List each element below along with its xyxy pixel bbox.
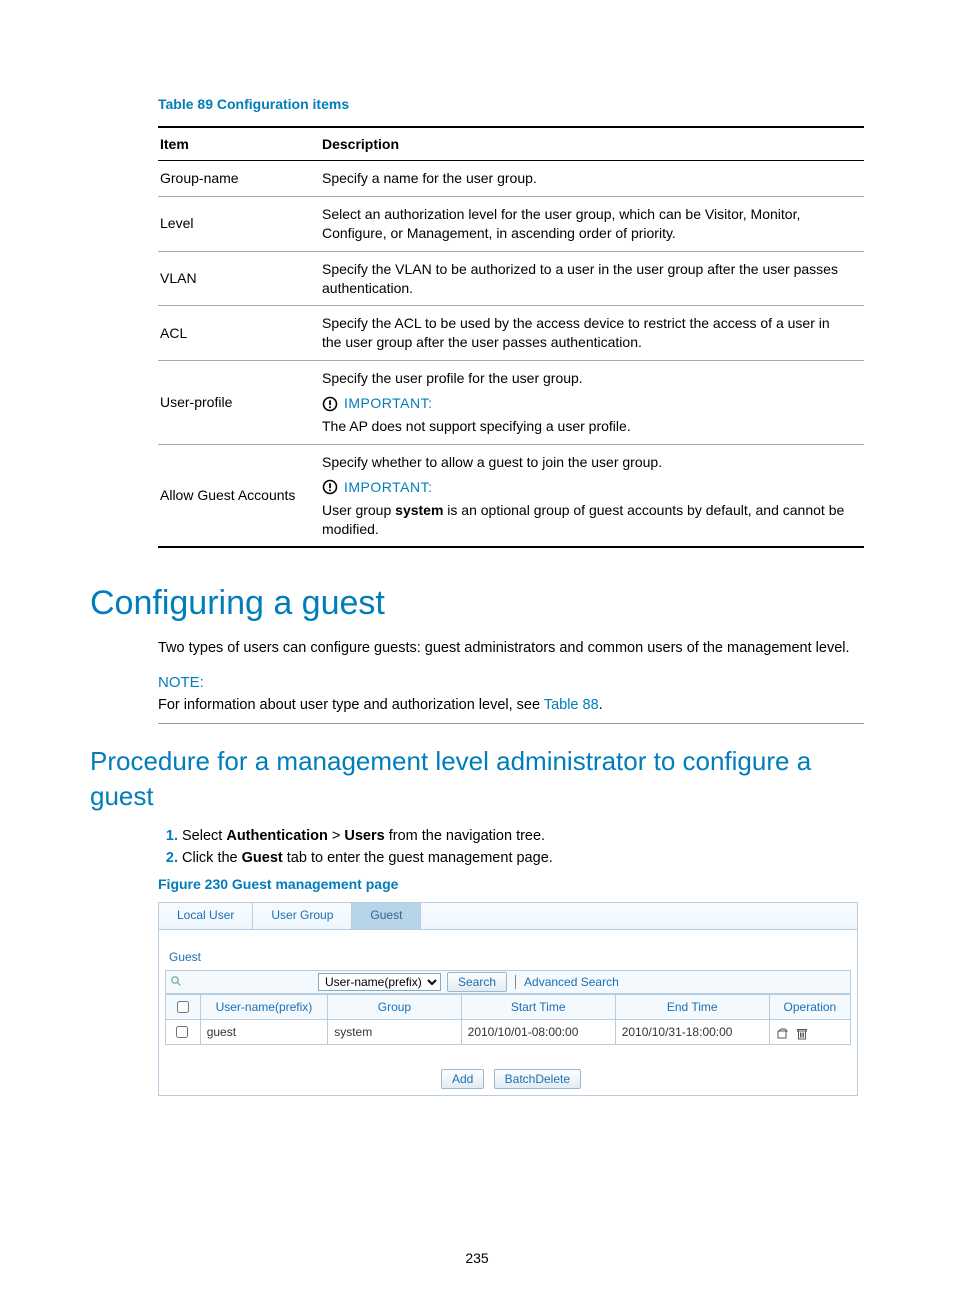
guest-table: User-name(prefix) Group Start Time End T… xyxy=(165,994,851,1045)
config-table: Item Description Group-name Specify a na… xyxy=(158,126,864,548)
desc-line: Specify the user profile for the user gr… xyxy=(322,369,852,388)
tab-guest[interactable]: Guest xyxy=(352,903,421,929)
select-all-checkbox[interactable] xyxy=(177,1001,189,1013)
cell-item: ACL xyxy=(158,306,320,361)
table-row: Group-name Specify a name for the user g… xyxy=(158,161,864,197)
th-desc: Description xyxy=(320,127,864,161)
cell-item: Level xyxy=(158,196,320,251)
note-block: NOTE: For information about user type an… xyxy=(158,674,864,724)
cell-group: system xyxy=(328,1020,461,1045)
note-text: For information about user type and auth… xyxy=(158,697,864,713)
cell-username: guest xyxy=(200,1020,328,1045)
cell-item: Allow Guest Accounts xyxy=(158,444,320,547)
steps-list: Select Authentication > Users from the n… xyxy=(158,828,864,866)
button-row: Add BatchDelete xyxy=(165,1069,851,1089)
bold-text: system xyxy=(395,502,443,518)
note-label: NOTE: xyxy=(158,674,864,691)
bold-text: Guest xyxy=(242,850,283,866)
th-item: Item xyxy=(158,127,320,161)
text: > xyxy=(328,828,345,844)
cell-end: 2010/10/31-18:00:00 xyxy=(615,1020,769,1045)
delete-icon[interactable] xyxy=(796,1025,808,1039)
table-row: guest system 2010/10/01-08:00:00 2010/10… xyxy=(166,1020,851,1045)
tab-user-group[interactable]: User Group xyxy=(253,903,352,929)
bold-text: Authentication xyxy=(226,828,328,844)
text: Click the xyxy=(182,850,242,866)
table-row: VLAN Specify the VLAN to be authorized t… xyxy=(158,251,864,306)
table-row: ACL Specify the ACL to be used by the ac… xyxy=(158,306,864,361)
tab-row: Local User User Group Guest xyxy=(159,903,857,930)
tab-local-user[interactable]: Local User xyxy=(159,903,253,929)
th-group[interactable]: Group xyxy=(328,995,461,1020)
important-icon xyxy=(322,479,338,495)
important-label: IMPORTANT: xyxy=(344,394,433,413)
add-button[interactable]: Add xyxy=(441,1069,484,1089)
desc-line: User group system is an optional group o… xyxy=(322,501,852,539)
search-bar: User-name(prefix) Search Advanced Search xyxy=(165,970,851,994)
guest-management-ui: Local User User Group Guest Guest User-n… xyxy=(158,902,858,1096)
desc-line: The AP does not support specifying a use… xyxy=(322,417,852,436)
table-row: User-profile Specify the user profile fo… xyxy=(158,361,864,445)
step-item: Select Authentication > Users from the n… xyxy=(182,828,864,844)
advanced-search-link[interactable]: Advanced Search xyxy=(515,975,619,989)
table-caption: Table 89 Configuration items xyxy=(158,96,864,112)
text: . xyxy=(599,697,603,713)
search-button[interactable]: Search xyxy=(447,972,507,992)
text: tab to enter the guest management page. xyxy=(283,850,553,866)
important-label: IMPORTANT: xyxy=(344,478,433,497)
cell-desc: Specify a name for the user group. xyxy=(320,161,864,197)
text: User group xyxy=(322,502,395,518)
cell-desc: Specify whether to allow a guest to join… xyxy=(320,444,864,547)
th-start[interactable]: Start Time xyxy=(461,995,615,1020)
row-checkbox[interactable] xyxy=(176,1026,188,1038)
cell-start: 2010/10/01-08:00:00 xyxy=(461,1020,615,1045)
desc-line: Specify whether to allow a guest to join… xyxy=(322,453,852,472)
search-input[interactable] xyxy=(186,973,316,991)
cell-desc: Specify the VLAN to be authorized to a u… xyxy=(320,251,864,306)
step-item: Click the Guest tab to enter the guest m… xyxy=(182,850,864,866)
cell-item: Group-name xyxy=(158,161,320,197)
cell-item: VLAN xyxy=(158,251,320,306)
text: Select xyxy=(182,828,226,844)
edit-icon[interactable] xyxy=(776,1025,792,1039)
cell-desc: Select an authorization level for the us… xyxy=(320,196,864,251)
cell-item: User-profile xyxy=(158,361,320,445)
text: For information about user type and auth… xyxy=(158,697,544,713)
intro-text: Two types of users can configure guests:… xyxy=(158,638,864,658)
th-checkbox xyxy=(166,995,201,1020)
table-row: Allow Guest Accounts Specify whether to … xyxy=(158,444,864,547)
cell-checkbox xyxy=(166,1020,201,1045)
cell-desc: Specify the ACL to be used by the access… xyxy=(320,306,864,361)
batch-delete-button[interactable]: BatchDelete xyxy=(494,1069,581,1089)
table-reference-link[interactable]: Table 88 xyxy=(544,697,599,713)
table-row: Level Select an authorization level for … xyxy=(158,196,864,251)
th-username[interactable]: User-name(prefix) xyxy=(200,995,328,1020)
cell-operation xyxy=(769,1020,850,1045)
cell-desc: Specify the user profile for the user gr… xyxy=(320,361,864,445)
important-icon xyxy=(322,396,338,412)
page-number: 235 xyxy=(0,1250,954,1266)
panel-title: Guest xyxy=(169,950,851,964)
bold-text: Users xyxy=(344,828,384,844)
section-heading: Configuring a guest xyxy=(90,584,864,623)
search-icon xyxy=(166,975,186,990)
figure-caption: Figure 230 Guest management page xyxy=(158,876,864,892)
text: from the navigation tree. xyxy=(385,828,545,844)
th-operation: Operation xyxy=(769,995,850,1020)
subsection-heading: Procedure for a management level adminis… xyxy=(90,744,864,814)
search-field-select[interactable]: User-name(prefix) xyxy=(318,973,441,991)
th-end[interactable]: End Time xyxy=(615,995,769,1020)
